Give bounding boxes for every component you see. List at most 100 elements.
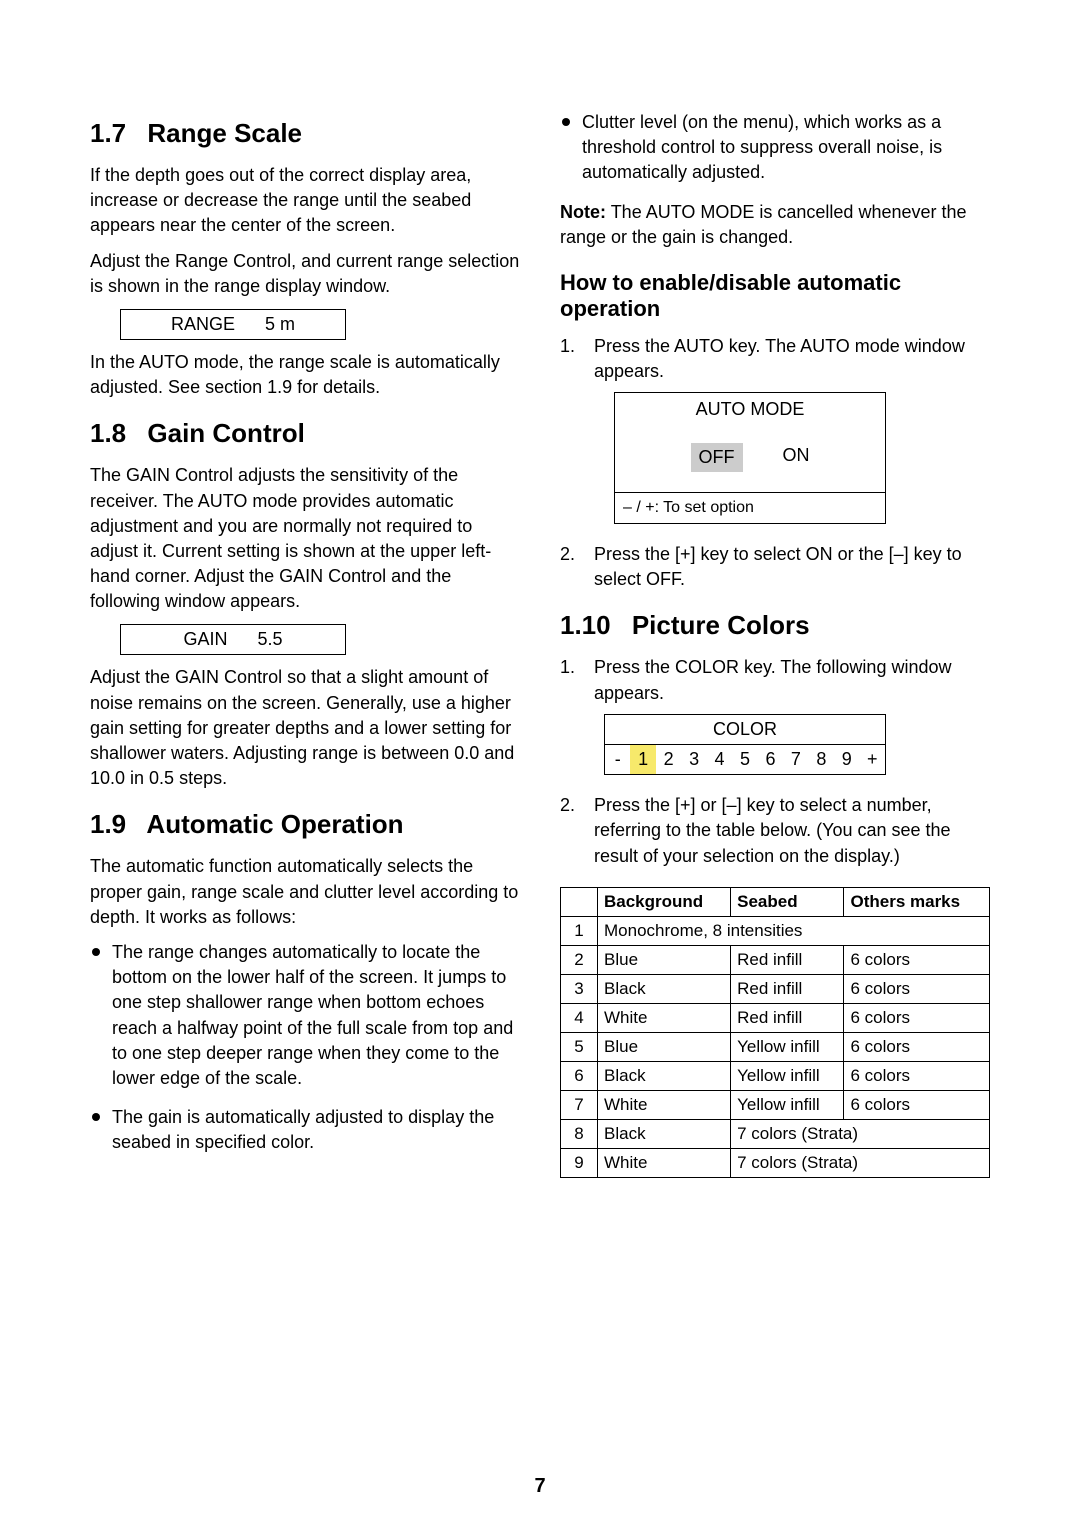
paragraph: In the AUTO mode, the range scale is aut…	[90, 350, 520, 400]
range-display-box: RANGE 5 m	[120, 309, 346, 340]
cell-background: Black	[598, 974, 731, 1003]
color-option-cell: 8	[809, 745, 834, 774]
note-text: The AUTO MODE is cancelled whenever the …	[560, 202, 967, 247]
cell-others: 6 colors	[844, 1032, 990, 1061]
step-item: Press the COLOR key. The following windo…	[560, 655, 990, 775]
auto-mode-options: OFF ON	[615, 427, 885, 493]
cell-index: 5	[561, 1032, 598, 1061]
right-column: Clutter level (on the menu), which works…	[560, 100, 990, 1178]
range-value: 5 m	[265, 314, 295, 335]
page-number: 7	[0, 1475, 1080, 1498]
bullet-item: Clutter level (on the menu), which works…	[560, 110, 990, 186]
table-row: 5BlueYellow infill6 colors	[561, 1032, 990, 1061]
cell-index: 7	[561, 1090, 598, 1119]
bullet-list-continued: Clutter level (on the menu), which works…	[560, 110, 990, 186]
table-row: 7WhiteYellow infill6 colors	[561, 1090, 990, 1119]
cell-background: Blue	[598, 1032, 731, 1061]
note-label: Note:	[560, 202, 606, 222]
cell-others: 6 colors	[844, 1061, 990, 1090]
cell-others: 6 colors	[844, 945, 990, 974]
section-title: Picture Colors	[632, 610, 810, 640]
section-number: 1.7	[90, 118, 126, 148]
bullet-list: The range changes automatically to locat…	[90, 940, 520, 1156]
cell-seabed: Yellow infill	[731, 1032, 844, 1061]
col-background: Background	[598, 887, 731, 916]
table-row: 8Black7 colors (Strata)	[561, 1119, 990, 1148]
paragraph: If the depth goes out of the correct dis…	[90, 163, 520, 239]
cell-others: 6 colors	[844, 1003, 990, 1032]
cell-seabed: Yellow infill	[731, 1061, 844, 1090]
table-body: 1Monochrome, 8 intensities2BlueRed infil…	[561, 916, 990, 1177]
table-row: 1Monochrome, 8 intensities	[561, 916, 990, 945]
section-1-9-heading: 1.9 Automatic Operation	[90, 809, 520, 840]
paragraph: Adjust the Range Control, and current ra…	[90, 249, 520, 299]
cell-background: White	[598, 1090, 731, 1119]
color-option-cell: 2	[656, 745, 681, 774]
cell-span-two: 7 colors (Strata)	[731, 1119, 990, 1148]
auto-mode-on-option: ON	[783, 443, 810, 472]
color-option-cell: +	[860, 745, 885, 774]
table-header-row: Background Seabed Others marks	[561, 887, 990, 916]
cell-index: 1	[561, 916, 598, 945]
cell-seabed: Red infill	[731, 945, 844, 974]
auto-mode-title: AUTO MODE	[615, 393, 885, 426]
step-item: Press the AUTO key. The AUTO mode window…	[560, 334, 990, 524]
cell-index: 2	[561, 945, 598, 974]
col-index	[561, 887, 598, 916]
step-item: Press the [+] key to select ON or the [–…	[560, 542, 990, 592]
table-row: 4WhiteRed infill6 colors	[561, 1003, 990, 1032]
left-column: 1.7 Range Scale If the depth goes out of…	[90, 100, 520, 1178]
color-option-cell: 1	[630, 745, 655, 774]
picture-colors-steps: Press the COLOR key. The following windo…	[560, 655, 990, 868]
section-1-7-heading: 1.7 Range Scale	[90, 118, 520, 149]
color-option-cell: 5	[732, 745, 757, 774]
note-block: Note: The AUTO MODE is cancelled wheneve…	[560, 200, 990, 250]
color-window: COLOR -123456789+	[604, 714, 886, 775]
table-row: 2BlueRed infill6 colors	[561, 945, 990, 974]
color-option-cell: 9	[834, 745, 859, 774]
cell-index: 9	[561, 1148, 598, 1177]
section-number: 1.8	[90, 418, 126, 448]
cell-span-all: Monochrome, 8 intensities	[598, 916, 990, 945]
col-seabed: Seabed	[731, 887, 844, 916]
table-row: 6BlackYellow infill6 colors	[561, 1061, 990, 1090]
cell-background: Black	[598, 1061, 731, 1090]
cell-others: 6 colors	[844, 1090, 990, 1119]
cell-seabed: Red infill	[731, 974, 844, 1003]
cell-seabed: Yellow infill	[731, 1090, 844, 1119]
cell-seabed: Red infill	[731, 1003, 844, 1032]
table-row: 9White7 colors (Strata)	[561, 1148, 990, 1177]
gain-value: 5.5	[257, 629, 282, 650]
howto-steps: Press the AUTO key. The AUTO mode window…	[560, 334, 990, 593]
step-text: Press the AUTO key. The AUTO mode window…	[594, 336, 965, 381]
auto-mode-off-option: OFF	[691, 443, 743, 472]
color-option-cell: 6	[758, 745, 783, 774]
howto-heading: How to enable/disable automatic operatio…	[560, 270, 990, 322]
gain-display-box: GAIN 5.5	[120, 624, 346, 655]
auto-mode-hint: – / +: To set option	[615, 493, 885, 523]
table-row: 3BlackRed infill6 colors	[561, 974, 990, 1003]
cell-others: 6 colors	[844, 974, 990, 1003]
cell-background: Black	[598, 1119, 731, 1148]
section-title: Range Scale	[147, 118, 302, 148]
color-table: Background Seabed Others marks 1Monochro…	[560, 887, 990, 1178]
step-item: Press the [+] or [–] key to select a num…	[560, 793, 990, 869]
auto-mode-window: AUTO MODE OFF ON – / +: To set option	[614, 392, 886, 524]
color-option-cell: 4	[707, 745, 732, 774]
color-option-row: -123456789+	[605, 745, 885, 774]
cell-index: 3	[561, 974, 598, 1003]
section-number: 1.10	[560, 610, 611, 640]
paragraph: The GAIN Control adjusts the sensitivity…	[90, 463, 520, 614]
cell-index: 4	[561, 1003, 598, 1032]
cell-index: 8	[561, 1119, 598, 1148]
manual-page: 1.7 Range Scale If the depth goes out of…	[0, 0, 1080, 1528]
section-number: 1.9	[90, 809, 126, 839]
range-label: RANGE	[171, 314, 235, 335]
cell-span-two: 7 colors (Strata)	[731, 1148, 990, 1177]
gain-label: GAIN	[183, 629, 227, 650]
paragraph: Adjust the GAIN Control so that a slight…	[90, 665, 520, 791]
color-option-cell: 7	[783, 745, 808, 774]
section-title: Automatic Operation	[146, 809, 403, 839]
section-1-8-heading: 1.8 Gain Control	[90, 418, 520, 449]
paragraph: The automatic function automatically sel…	[90, 854, 520, 930]
